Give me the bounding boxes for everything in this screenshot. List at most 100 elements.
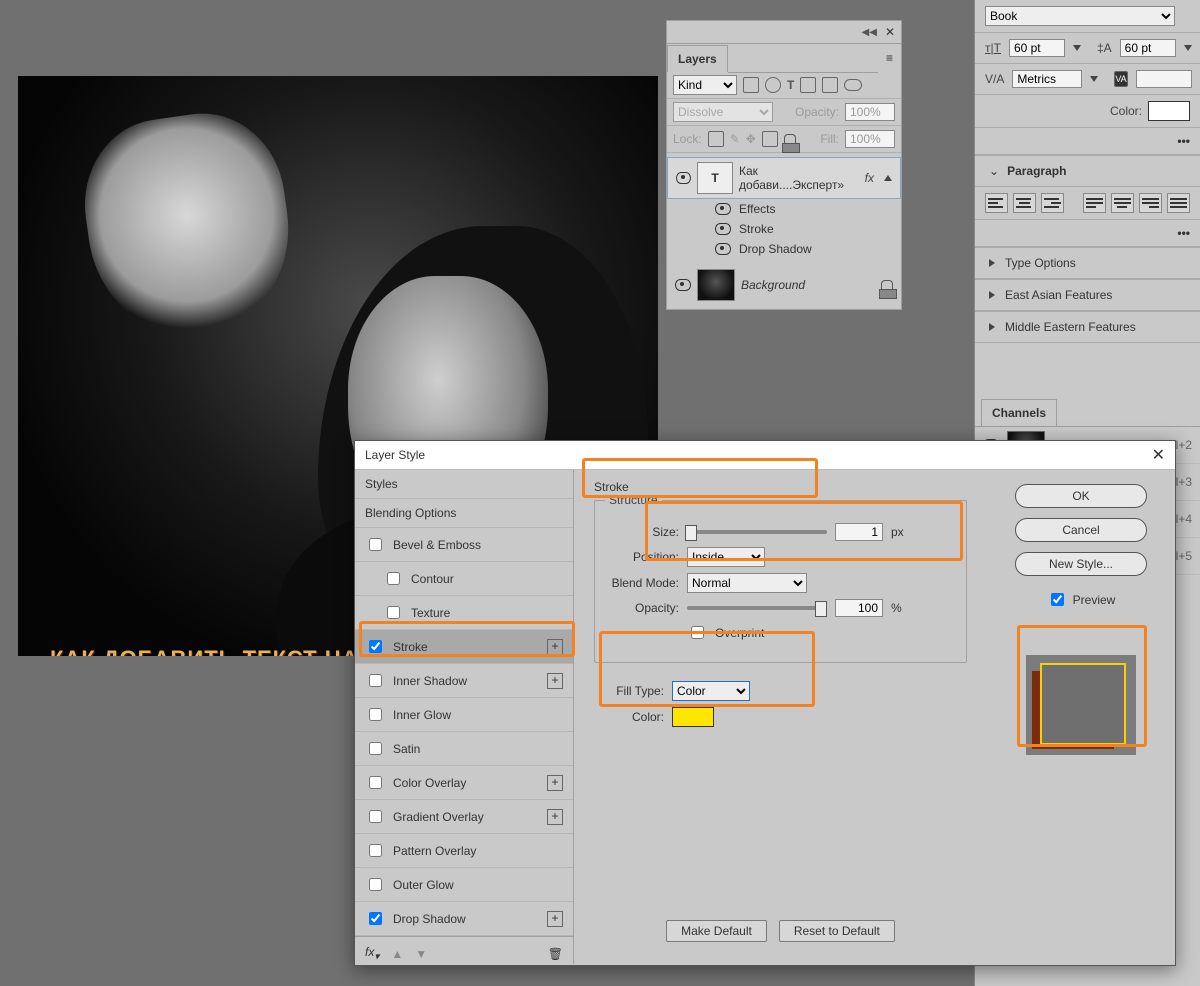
add-instance-icon[interactable]: + (547, 775, 563, 791)
slider-thumb[interactable] (815, 601, 827, 617)
style-outer-glow[interactable]: Outer Glow (355, 868, 573, 902)
checkbox[interactable] (387, 572, 400, 585)
layer-item-text[interactable]: T Как добави....Эксперт» fx (667, 157, 901, 199)
styles-header[interactable]: Styles (355, 470, 573, 499)
fx-menu-icon[interactable]: fx▾ (365, 945, 379, 962)
dropdown-icon[interactable] (1073, 45, 1081, 51)
justify-left-button[interactable] (1083, 193, 1106, 213)
align-left-button[interactable] (985, 193, 1008, 213)
style-color-overlay[interactable]: Color Overlay+ (355, 766, 573, 800)
checkbox[interactable] (369, 742, 382, 755)
fill-color-swatch[interactable] (672, 707, 714, 727)
layer-item-background[interactable]: Background (667, 265, 901, 305)
collapse-icon[interactable]: ◀◀ (862, 27, 877, 38)
lock-icon[interactable] (881, 280, 893, 291)
reset-default-button[interactable]: Reset to Default (779, 920, 895, 942)
justify-center-button[interactable] (1111, 193, 1134, 213)
visibility-icon[interactable] (715, 203, 731, 215)
more-icon[interactable]: ••• (1177, 134, 1190, 148)
visibility-icon[interactable] (675, 279, 691, 291)
style-stroke[interactable]: Stroke+ (355, 630, 573, 664)
fx-effects-row[interactable]: Effects (667, 199, 901, 219)
lock-all-icon[interactable] (784, 134, 796, 145)
opacity-input[interactable] (835, 599, 883, 617)
new-style-button[interactable]: New Style... (1015, 552, 1147, 576)
checkbox[interactable] (369, 640, 382, 653)
style-pattern-overlay[interactable]: Pattern Overlay (355, 834, 573, 868)
style-gradient-overlay[interactable]: Gradient Overlay+ (355, 800, 573, 834)
add-instance-icon[interactable]: + (547, 809, 563, 825)
checkbox[interactable] (369, 912, 382, 925)
tracking-input[interactable] (1136, 70, 1192, 88)
fx-dropshadow-row[interactable]: Drop Shadow (667, 239, 901, 259)
visibility-icon[interactable] (715, 243, 731, 255)
style-contour[interactable]: Contour (355, 562, 573, 596)
fx-collapse-icon[interactable] (884, 175, 892, 181)
style-inner-glow[interactable]: Inner Glow (355, 698, 573, 732)
filter-shape-icon[interactable] (800, 77, 816, 93)
filter-smart-icon[interactable] (822, 77, 838, 93)
dropdown-icon[interactable] (1090, 76, 1098, 82)
tab-layers[interactable]: Layers (667, 45, 728, 72)
justify-right-button[interactable] (1139, 193, 1162, 213)
lock-transparent-icon[interactable] (708, 131, 724, 147)
type-options-section[interactable]: Type Options (975, 247, 1200, 279)
trash-icon[interactable]: 🗑 (548, 947, 563, 961)
style-texture[interactable]: Texture (355, 596, 573, 630)
visibility-icon[interactable] (715, 223, 731, 235)
more-icon[interactable]: ••• (1177, 226, 1190, 240)
style-blending-options[interactable]: Blending Options (355, 499, 573, 528)
add-instance-icon[interactable]: + (547, 639, 563, 655)
fill-input[interactable] (845, 130, 895, 148)
align-right-button[interactable] (1041, 193, 1064, 213)
layer-name[interactable]: Background (741, 278, 805, 292)
checkbox[interactable] (369, 674, 382, 687)
fx-badge[interactable]: fx (865, 171, 874, 185)
visibility-icon[interactable] (676, 172, 691, 184)
font-size-input[interactable] (1009, 39, 1065, 57)
fx-stroke-row[interactable]: Stroke (667, 219, 901, 239)
style-drop-shadow[interactable]: Drop Shadow+ (355, 902, 573, 936)
close-icon[interactable]: ✕ (885, 25, 895, 39)
tab-channels[interactable]: Channels (981, 399, 1057, 426)
lock-pixels-icon[interactable]: ✎ (730, 132, 740, 146)
checkbox[interactable] (369, 810, 382, 823)
align-center-button[interactable] (1013, 193, 1036, 213)
justify-all-button[interactable] (1167, 193, 1190, 213)
style-satin[interactable]: Satin (355, 732, 573, 766)
checkbox[interactable] (369, 708, 382, 721)
add-instance-icon[interactable]: + (547, 673, 563, 689)
checkbox[interactable] (369, 844, 382, 857)
make-default-button[interactable]: Make Default (666, 920, 767, 942)
panel-menu-icon[interactable]: ≡ (878, 51, 901, 65)
position-select[interactable]: Inside (687, 547, 765, 567)
lock-position-icon[interactable]: ✥ (746, 132, 756, 146)
checkbox[interactable] (369, 878, 382, 891)
leading-input[interactable] (1120, 39, 1176, 57)
checkbox[interactable] (369, 776, 382, 789)
layer-kind-select[interactable]: Kind (673, 75, 737, 95)
opacity-slider[interactable] (687, 606, 827, 610)
filter-adjust-icon[interactable] (765, 77, 781, 93)
paragraph-header[interactable]: ⌄ Paragraph (975, 155, 1200, 187)
text-color-swatch[interactable] (1148, 101, 1190, 121)
blend-mode-select[interactable]: Dissolve (673, 102, 773, 122)
overprint-checkbox[interactable] (691, 626, 704, 639)
filltype-select[interactable]: Color (672, 681, 750, 701)
cancel-button[interactable]: Cancel (1015, 518, 1147, 542)
size-slider[interactable] (687, 530, 827, 534)
ok-button[interactable]: OK (1015, 484, 1147, 508)
kerning-input[interactable] (1012, 70, 1082, 88)
filter-toggle-icon[interactable] (844, 79, 862, 91)
move-down-icon[interactable]: ▼ (415, 947, 427, 961)
style-inner-shadow[interactable]: Inner Shadow+ (355, 664, 573, 698)
tracking-icon[interactable]: VA (1114, 71, 1127, 87)
dialog-titlebar[interactable]: Layer Style ✕ (355, 441, 1175, 470)
dropdown-icon[interactable] (1184, 45, 1192, 51)
checkbox[interactable] (369, 538, 382, 551)
east-asian-section[interactable]: East Asian Features (975, 279, 1200, 311)
filter-type-icon[interactable]: T (787, 78, 794, 92)
middle-eastern-section[interactable]: Middle Eastern Features (975, 311, 1200, 343)
slider-thumb[interactable] (685, 525, 697, 541)
style-bevel-emboss[interactable]: Bevel & Emboss (355, 528, 573, 562)
